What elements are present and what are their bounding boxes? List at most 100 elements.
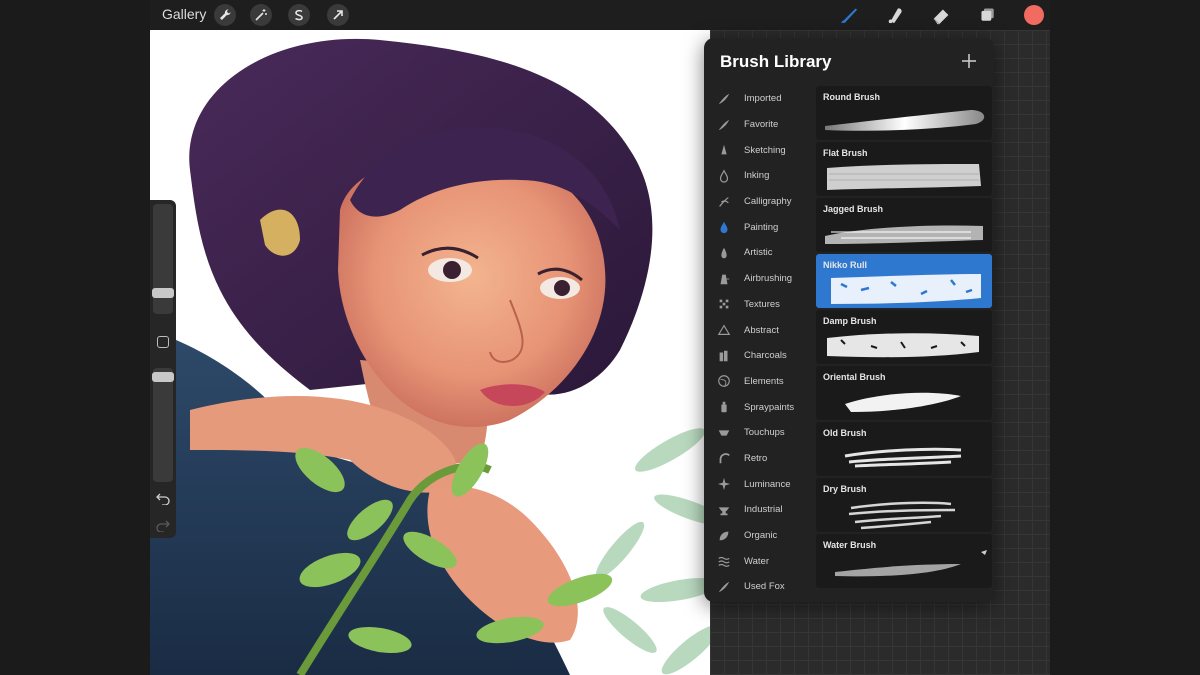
category-item-sketching[interactable]: Sketching xyxy=(704,137,816,163)
smudge-tool-icon[interactable] xyxy=(884,4,908,26)
spraycan-icon xyxy=(716,399,732,415)
brush-item-dry-brush[interactable]: Dry Brush xyxy=(816,478,992,532)
brush-item-jagged-brush[interactable]: Jagged Brush xyxy=(816,198,992,252)
category-label: Retro xyxy=(744,452,768,464)
category-item-touchups[interactable]: Touchups xyxy=(704,420,816,446)
category-label: Painting xyxy=(744,221,779,233)
category-label: Textures xyxy=(744,298,780,310)
category-label: Luminance xyxy=(744,478,791,490)
eraser-tool-icon[interactable] xyxy=(930,4,954,26)
category-item-retro[interactable]: Retro xyxy=(704,446,816,472)
brush-name-label: Damp Brush xyxy=(823,316,877,326)
brush-size-slider-thumb[interactable] xyxy=(152,288,174,298)
anvil-icon xyxy=(716,502,732,518)
category-item-water[interactable]: Water xyxy=(704,548,816,574)
category-label: Charcoals xyxy=(744,350,787,362)
category-label: Airbrushing xyxy=(744,273,793,285)
brush-name-label: Oriental Brush xyxy=(823,372,886,382)
charcoal-icon xyxy=(716,348,732,364)
category-item-artistic[interactable]: Artistic xyxy=(704,240,816,266)
undo-icon[interactable] xyxy=(155,491,171,505)
category-item-inking[interactable]: Inking xyxy=(704,163,816,189)
category-item-organic[interactable]: Organic xyxy=(704,523,816,549)
brush-stroke-preview xyxy=(848,501,956,530)
category-label: Favorite xyxy=(744,119,779,131)
brush-stroke-preview xyxy=(825,225,983,244)
brush-stroke-preview xyxy=(845,392,961,412)
airbrush-icon xyxy=(716,271,732,287)
brush-tip-icon xyxy=(716,245,732,261)
brush-item-water-brush[interactable]: Water Brush xyxy=(816,534,992,588)
category-item-textures[interactable]: Textures xyxy=(704,292,816,318)
triangle-icon xyxy=(716,322,732,338)
calligraphy-icon xyxy=(716,194,732,210)
opacity-slider-thumb[interactable] xyxy=(152,372,174,382)
brush-item-round-brush[interactable]: Round Brush xyxy=(816,86,992,140)
category-item-imported[interactable]: Imported xyxy=(704,86,816,112)
brush-name-label: Water Brush xyxy=(823,540,877,550)
letterbox-right xyxy=(1050,0,1200,675)
brush-name-label: Jagged Brush xyxy=(823,204,884,214)
brush-stroke-preview xyxy=(827,333,979,358)
brush-stroke-preview xyxy=(825,110,985,131)
adjustments-magic-wand-icon[interactable] xyxy=(250,4,272,26)
pencil-tip-icon xyxy=(716,142,732,158)
category-item-charcoals[interactable]: Charcoals xyxy=(704,343,816,369)
brush-item-damp-brush[interactable]: Damp Brush xyxy=(816,310,992,364)
actions-wrench-icon[interactable] xyxy=(214,4,236,26)
category-label: Inking xyxy=(744,170,770,182)
category-label: Sketching xyxy=(744,144,786,156)
gallery-button[interactable]: Gallery xyxy=(162,6,206,22)
paint-drop-icon xyxy=(716,219,732,235)
category-item-favorite[interactable]: Favorite xyxy=(704,112,816,138)
category-item-painting[interactable]: Painting xyxy=(704,214,816,240)
category-label: Water xyxy=(744,555,769,567)
brush-name-label: Round Brush xyxy=(823,92,880,102)
category-label: Calligraphy xyxy=(744,196,792,208)
brush-item-nikko-rull[interactable]: Nikko Rull xyxy=(816,254,992,308)
brush-tool-icon[interactable] xyxy=(838,4,862,26)
retro-icon xyxy=(716,450,732,466)
letterbox-left xyxy=(0,0,150,675)
category-label: Spraypaints xyxy=(744,401,795,413)
color-swatch-button[interactable] xyxy=(1024,5,1044,25)
brush-stroke-preview xyxy=(827,164,981,190)
category-item-spraypaints[interactable]: Spraypaints xyxy=(704,394,816,420)
category-item-airbrushing[interactable]: Airbrushing xyxy=(704,266,816,292)
ink-drop-icon xyxy=(716,168,732,184)
add-brush-plus-icon[interactable] xyxy=(960,52,978,70)
layers-icon[interactable] xyxy=(976,4,1000,26)
waves-icon xyxy=(716,553,732,569)
brush-name-label: Old Brush xyxy=(823,428,867,438)
portrait-artwork xyxy=(150,30,710,675)
category-item-used-fox[interactable]: Used Fox xyxy=(704,574,816,600)
transform-arrow-icon[interactable] xyxy=(327,4,349,26)
sparkle-icon xyxy=(716,476,732,492)
category-item-industrial[interactable]: Industrial xyxy=(704,497,816,523)
brush-stroke-preview xyxy=(835,550,987,577)
modify-square-button[interactable] xyxy=(157,336,169,348)
leaf-icon xyxy=(716,528,732,544)
brush-item-oriental-brush[interactable]: Oriental Brush xyxy=(816,366,992,420)
category-item-luminance[interactable]: Luminance xyxy=(704,471,816,497)
selection-s-icon[interactable] xyxy=(288,4,310,26)
category-label: Organic xyxy=(744,530,778,542)
category-label: Artistic xyxy=(744,247,773,259)
brush-stroke-preview xyxy=(831,274,981,304)
texture-icon xyxy=(716,296,732,312)
brush-library-title: Brush Library xyxy=(720,52,832,71)
category-item-calligraphy[interactable]: Calligraphy xyxy=(704,189,816,215)
category-item-abstract[interactable]: Abstract xyxy=(704,317,816,343)
category-label: Imported xyxy=(744,93,782,105)
left-sidebar xyxy=(150,200,176,538)
category-item-elements[interactable]: Elements xyxy=(704,369,816,395)
top-toolbar: Gallery xyxy=(150,0,1050,30)
brush-item-flat-brush[interactable]: Flat Brush xyxy=(816,142,992,196)
brush-stroke-preview xyxy=(844,447,962,468)
drawing-canvas[interactable] xyxy=(150,30,710,675)
redo-icon[interactable] xyxy=(155,518,171,532)
globe-icon xyxy=(716,373,732,389)
opacity-slider[interactable] xyxy=(153,368,173,482)
brush-item-old-brush[interactable]: Old Brush xyxy=(816,422,992,476)
brush-name-label: Nikko Rull xyxy=(823,260,868,270)
